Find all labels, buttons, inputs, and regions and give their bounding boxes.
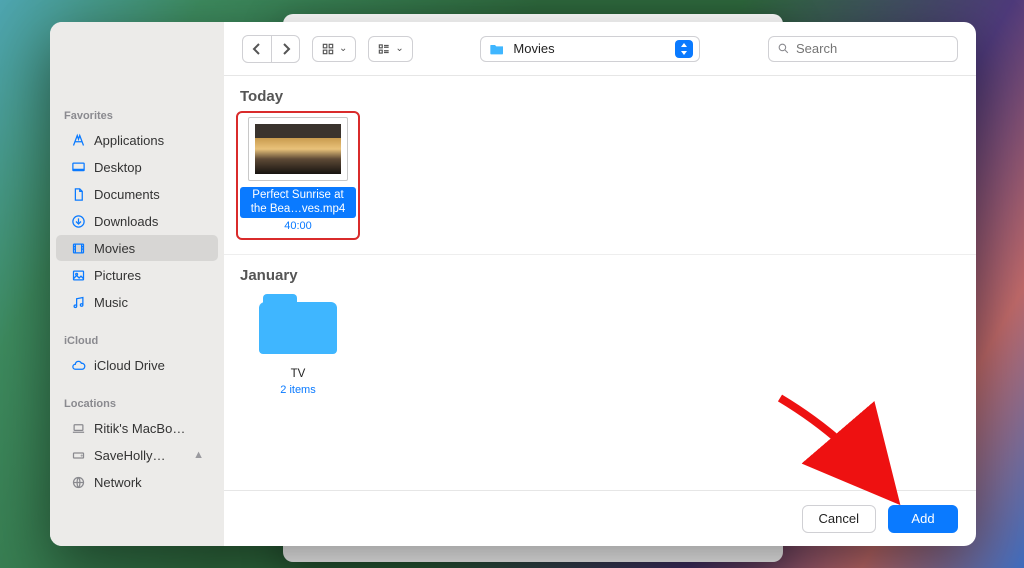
dialog-footer: Cancel Add xyxy=(224,490,976,546)
main-panel: ⌄ ⌄ Movies Today xyxy=(224,22,976,546)
cancel-button[interactable]: Cancel xyxy=(802,505,876,533)
search-input[interactable] xyxy=(796,41,949,56)
search-icon xyxy=(777,42,790,55)
file-tile-video[interactable]: Perfect Sunrise at the Bea…ves.mp4 40:00 xyxy=(236,111,360,240)
music-icon xyxy=(70,295,86,310)
file-meta-label: 40:00 xyxy=(240,220,356,232)
file-browser-content[interactable]: Today Perfect Sunrise at the Bea…ves.mp4… xyxy=(224,76,976,490)
sidebar-item-label: iCloud Drive xyxy=(94,358,204,373)
sidebar-section-icloud: iCloud iCloud Drive xyxy=(50,329,224,378)
sidebar-item-label: SaveHolly… xyxy=(94,448,185,463)
group-by-button[interactable]: ⌄ xyxy=(368,36,412,62)
sidebar-item-desktop[interactable]: Desktop xyxy=(56,154,218,180)
file-group-row: Perfect Sunrise at the Bea…ves.mp4 40:00 xyxy=(224,111,976,255)
view-as-icons-button[interactable]: ⌄ xyxy=(312,36,356,62)
sidebar-section-locations: Locations Ritik's MacBo… SaveHolly… ▲ Ne… xyxy=(50,392,224,495)
sidebar-item-label: Ritik's MacBo… xyxy=(94,421,204,436)
folder-icon xyxy=(259,302,337,354)
cloud-icon xyxy=(70,358,86,373)
laptop-icon xyxy=(70,421,86,436)
sidebar-item-label: Documents xyxy=(94,187,204,202)
pictures-icon xyxy=(70,268,86,283)
file-name-label: Perfect Sunrise at the Bea…ves.mp4 xyxy=(240,187,356,218)
globe-icon xyxy=(70,475,86,490)
sidebar-item-label: Applications xyxy=(94,133,204,148)
open-panel-window: Favorites Applications Desktop Documents… xyxy=(50,22,976,546)
sidebar-item-external-disk[interactable]: SaveHolly… ▲ xyxy=(56,442,218,468)
doc-icon xyxy=(70,187,86,202)
sidebar-item-downloads[interactable]: Downloads xyxy=(56,208,218,234)
search-field[interactable] xyxy=(768,36,958,62)
toolbar: ⌄ ⌄ Movies xyxy=(224,22,976,76)
sidebar-item-laptop[interactable]: Ritik's MacBo… xyxy=(56,415,218,441)
sidebar-item-label: Downloads xyxy=(94,214,204,229)
sidebar-item-label: Desktop xyxy=(94,160,204,175)
sidebar-item-pictures[interactable]: Pictures xyxy=(56,262,218,288)
chevron-down-icon: ⌄ xyxy=(339,43,347,54)
nav-buttons xyxy=(242,35,300,63)
file-tile-folder[interactable]: TV 2 items xyxy=(236,290,360,404)
video-thumbnail xyxy=(248,117,348,181)
sidebar-item-label: Movies xyxy=(94,241,204,256)
eject-icon[interactable]: ▲ xyxy=(193,449,204,461)
desktop-icon xyxy=(70,160,86,175)
file-group-row: TV 2 items xyxy=(224,290,976,418)
back-button[interactable] xyxy=(243,36,271,62)
sidebar-item-label: Network xyxy=(94,475,204,490)
forward-button[interactable] xyxy=(271,36,299,62)
group-header: Today xyxy=(224,76,976,111)
movies-icon xyxy=(70,241,86,256)
sidebar-section-label: Favorites xyxy=(50,104,224,126)
sidebar-item-applications[interactable]: Applications xyxy=(56,127,218,153)
sidebar-item-icloud-drive[interactable]: iCloud Drive xyxy=(56,352,218,378)
file-name-label: TV xyxy=(287,366,310,382)
folder-icon xyxy=(489,42,505,56)
download-icon xyxy=(70,214,86,229)
sidebar-item-label: Music xyxy=(94,295,204,310)
group-header: January xyxy=(224,255,976,290)
sidebar-section-label: iCloud xyxy=(50,329,224,351)
sidebar-item-documents[interactable]: Documents xyxy=(56,181,218,207)
location-popup[interactable]: Movies xyxy=(480,36,700,62)
location-label: Movies xyxy=(513,41,667,56)
disk-icon xyxy=(70,448,86,463)
sidebar-item-label: Pictures xyxy=(94,268,204,283)
file-meta-label: 2 items xyxy=(240,384,356,396)
sidebar-item-music[interactable]: Music xyxy=(56,289,218,315)
chevron-down-icon: ⌄ xyxy=(395,43,403,54)
sidebar-item-network[interactable]: Network xyxy=(56,469,218,495)
apps-icon xyxy=(70,133,86,148)
sidebar-section-favorites: Favorites Applications Desktop Documents… xyxy=(50,104,224,315)
updown-arrows-icon xyxy=(675,40,693,58)
add-button[interactable]: Add xyxy=(888,505,958,533)
sidebar-section-label: Locations xyxy=(50,392,224,414)
sidebar: Favorites Applications Desktop Documents… xyxy=(50,22,224,546)
sidebar-item-movies[interactable]: Movies xyxy=(56,235,218,261)
